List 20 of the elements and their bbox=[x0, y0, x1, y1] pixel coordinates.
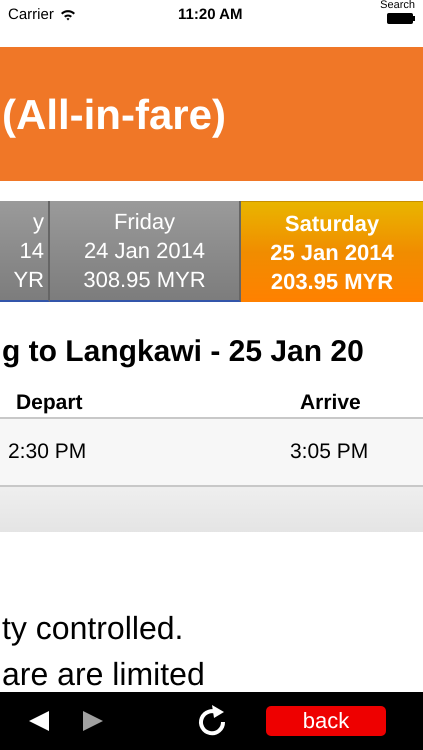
note-text: are are limited bbox=[2, 655, 206, 694]
battery-icon bbox=[387, 13, 415, 24]
date-tab[interactable]: Saturday 25 Jan 2014 203.95 MYR bbox=[241, 201, 423, 302]
column-header: Depart bbox=[16, 390, 84, 416]
flight-row[interactable]: 2:30 PM 3:05 PM bbox=[0, 419, 423, 487]
wifi-icon bbox=[60, 9, 76, 21]
note-text: ty controlled. bbox=[2, 609, 184, 648]
date-tab[interactable]: y 14 YR bbox=[0, 201, 50, 302]
header-title: (All-in-fare) bbox=[2, 90, 226, 140]
search-label: Search bbox=[380, 0, 415, 11]
date-tab[interactable]: Friday 24 Jan 2014 308.95 MYR bbox=[50, 201, 241, 302]
back-button[interactable]: back bbox=[266, 706, 386, 736]
back-arrow-icon[interactable] bbox=[27, 709, 51, 733]
column-header: Arrive bbox=[300, 390, 361, 416]
clock-time: 11:20 AM bbox=[178, 4, 242, 25]
table-cell-text: 2:30 PM bbox=[8, 439, 88, 466]
forward-arrow-icon[interactable] bbox=[81, 709, 105, 733]
table-cell-text: 3:05 PM bbox=[290, 439, 368, 466]
carrier-label: Carrier bbox=[8, 4, 54, 25]
route-heading: g to Langkawi - 25 Jan 20 bbox=[2, 334, 364, 370]
